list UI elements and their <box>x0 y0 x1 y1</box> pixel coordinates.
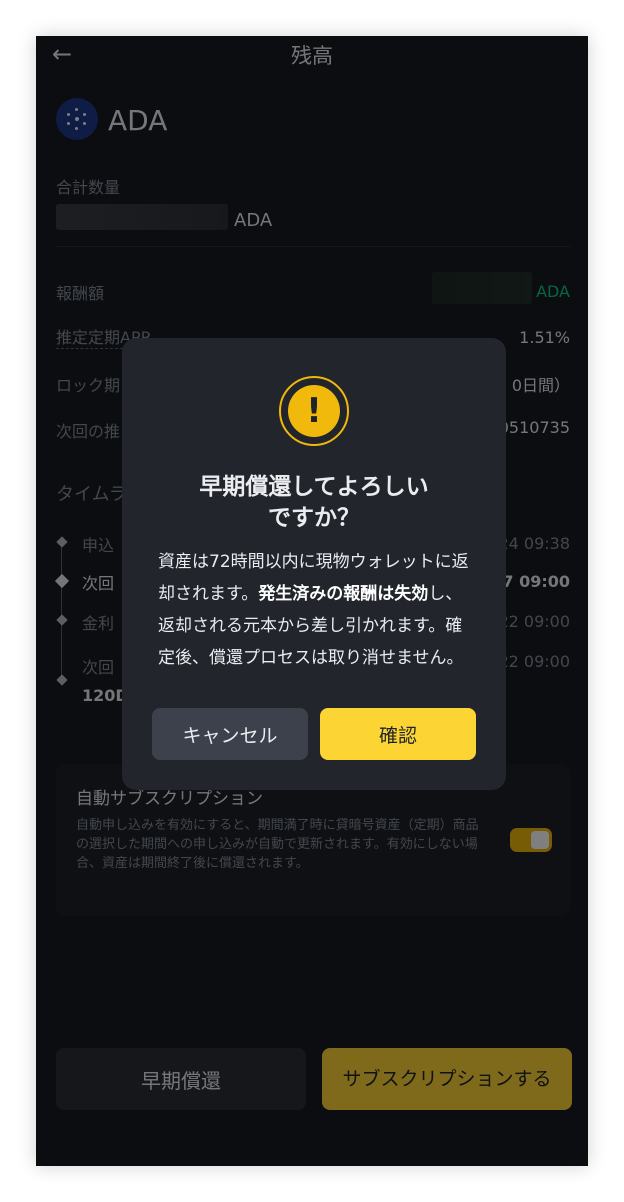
dialog-title-line2: ですか？ <box>268 505 360 531</box>
confirm-button[interactable]: 確認 <box>320 708 476 760</box>
dialog-title-line1: 早期償還してよろしい <box>199 474 429 500</box>
app-screen: ← 残高 ADA 合計数量 ADA 報酬額 ADA 推定定期APR 1.51% … <box>36 36 588 1166</box>
cancel-button[interactable]: キャンセル <box>152 708 308 760</box>
early-redeem-dialog: ! 早期償還してよろしい ですか？ 資産は72時間以内に現物ウォレットに返却され… <box>122 338 506 790</box>
dialog-title: 早期償還してよろしい ですか？ <box>122 472 506 534</box>
warning-icon: ! <box>288 385 340 437</box>
dialog-body: 資産は72時間以内に現物ウォレットに返却されます。発生済みの報酬は失効し、返却さ… <box>158 546 476 674</box>
dialog-body-warning: 発生済みの報酬は失効 <box>258 584 429 604</box>
